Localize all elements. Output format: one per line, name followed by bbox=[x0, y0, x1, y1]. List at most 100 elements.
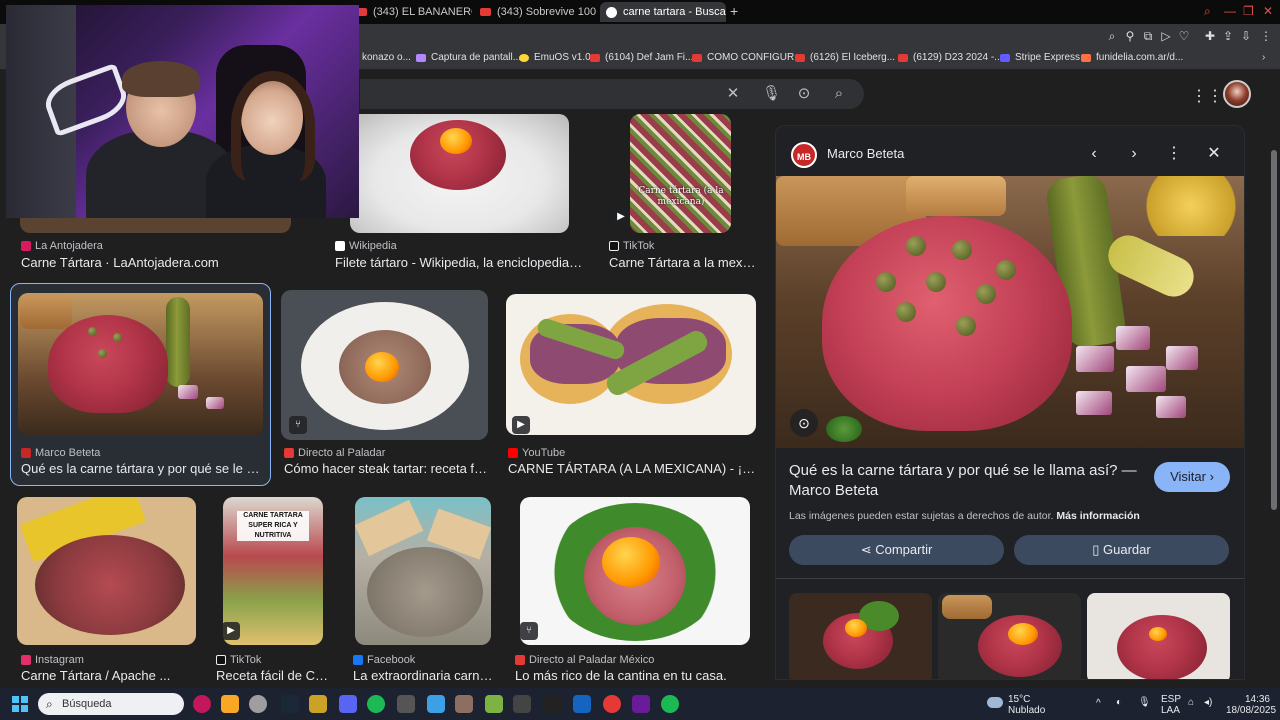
microphone-icon[interactable]: 🎙 bbox=[762, 85, 781, 103]
bookmark-item[interactable]: Captura de pantall... bbox=[416, 52, 521, 63]
app-icon[interactable] bbox=[309, 695, 327, 713]
result-image-9[interactable] bbox=[355, 497, 491, 645]
app-icon[interactable] bbox=[397, 695, 415, 713]
result-image-2[interactable] bbox=[350, 114, 569, 233]
new-tab-button[interactable]: + bbox=[730, 3, 738, 19]
bookmark-item[interactable]: funidelia.com.ar/d... bbox=[1081, 52, 1183, 63]
related-image[interactable] bbox=[789, 593, 932, 679]
app-icon[interactable] bbox=[249, 695, 267, 713]
cast-icon[interactable]: ⧉ bbox=[1140, 28, 1156, 44]
zoom-icon[interactable]: ⌕ bbox=[1104, 28, 1120, 44]
result-image-5[interactable] bbox=[281, 290, 488, 440]
share-icon[interactable]: ⇪ bbox=[1220, 28, 1236, 44]
malwarebytes-icon[interactable] bbox=[573, 695, 591, 713]
spotify-icon[interactable] bbox=[661, 695, 679, 713]
more-info-link[interactable]: Más información bbox=[1056, 510, 1139, 522]
lens-search-icon[interactable]: ⊙ bbox=[790, 409, 818, 437]
app-icon[interactable] bbox=[427, 695, 445, 713]
result-title[interactable]: Cómo hacer steak tartar: receta fác... bbox=[284, 461, 489, 476]
microphone-icon[interactable]: 🎙 bbox=[1138, 697, 1151, 708]
taskbar-search[interactable]: ⌕ Búsqueda bbox=[38, 693, 184, 715]
share-button[interactable]: ⋖ Compartir bbox=[789, 535, 1004, 565]
avatar[interactable] bbox=[1223, 80, 1251, 108]
extensions-icon[interactable]: ✚ bbox=[1202, 28, 1218, 44]
result-title[interactable]: Carne Tártara / Apache ... bbox=[21, 668, 196, 683]
send-icon[interactable]: ▷ bbox=[1158, 28, 1174, 44]
file-explorer-icon[interactable] bbox=[221, 695, 239, 713]
result-title[interactable]: Carne Tártara a la mexic... bbox=[609, 255, 757, 270]
preview-title[interactable]: Qué es la carne tártara y por qué se le … bbox=[789, 461, 1139, 501]
bookmark-item[interactable]: (6126) El Iceberg... bbox=[795, 52, 895, 63]
result-title[interactable]: Receta fácil de Car... bbox=[216, 668, 334, 683]
result-title[interactable]: Filete tártaro - Wikipedia, la enciclope… bbox=[335, 255, 585, 270]
visit-button[interactable]: Visitar › bbox=[1154, 462, 1230, 492]
close-icon[interactable]: ✕ bbox=[1204, 144, 1224, 164]
more-bookmarks-icon[interactable]: › bbox=[1262, 52, 1265, 63]
video-icon: ▶ bbox=[222, 622, 240, 640]
bookmark-item[interactable]: (6104) Def Jam Fi... bbox=[590, 52, 693, 63]
heart-icon[interactable]: ♡ bbox=[1176, 28, 1192, 44]
menu-icon[interactable]: ⋮ bbox=[1258, 28, 1274, 44]
app-icon[interactable] bbox=[513, 695, 531, 713]
spotify-icon[interactable] bbox=[367, 695, 385, 713]
result-image-3[interactable]: Carne tártara (a la mexicana) bbox=[630, 114, 731, 233]
search-input[interactable]: ✕ 🎙 ⊙ ⌕ bbox=[360, 79, 864, 109]
bookmark-item[interactable]: COMO CONFIGUR... bbox=[692, 52, 803, 63]
bookmark-item[interactable]: EmuOS v1.0 bbox=[519, 52, 591, 63]
tab-active[interactable]: carne tartara - Buscar co ✕ bbox=[600, 2, 726, 22]
result-title[interactable]: CARNE TÁRTARA (A LA MEXICANA) - ¡NO... bbox=[508, 461, 758, 476]
bookmark-icon: ▯ bbox=[1092, 542, 1104, 557]
lens-icon[interactable]: ⊙ bbox=[795, 85, 813, 103]
bookmark-item[interactable]: (6129) D23 2024 -... bbox=[898, 52, 1003, 63]
preview-image[interactable] bbox=[776, 176, 1244, 448]
volume-icon[interactable]: ◂) bbox=[1204, 697, 1212, 708]
clock[interactable]: 14:36 18/08/2025 bbox=[1226, 694, 1276, 716]
save-button[interactable]: ▯ Guardar bbox=[1014, 535, 1229, 565]
chevron-up-icon[interactable]: ^ bbox=[1096, 698, 1101, 709]
bookmark-item[interactable]: Stripe Express bbox=[1000, 52, 1080, 63]
steam-icon[interactable] bbox=[281, 695, 299, 713]
bookmark-item[interactable]: konazo o... bbox=[362, 52, 411, 63]
next-icon[interactable]: › bbox=[1124, 144, 1144, 164]
result-image-4[interactable] bbox=[18, 293, 263, 436]
discord-icon[interactable] bbox=[339, 695, 357, 713]
result-image-7[interactable] bbox=[17, 497, 196, 645]
opera-icon[interactable] bbox=[193, 695, 211, 713]
minimize-button[interactable]: — bbox=[1224, 4, 1236, 18]
result-title[interactable]: Qué es la carne tártara y por qué se le … bbox=[21, 461, 261, 476]
weather-widget[interactable]: 15°C Nublado bbox=[1008, 694, 1045, 716]
maximize-button[interactable]: ❐ bbox=[1243, 4, 1254, 18]
scrollbar-thumb[interactable] bbox=[1271, 150, 1277, 510]
result-image-10[interactable] bbox=[520, 497, 750, 645]
download-icon[interactable]: ⇩ bbox=[1238, 28, 1254, 44]
search-tabs-icon[interactable]: ⌕ bbox=[1204, 4, 1211, 19]
app-icon[interactable] bbox=[543, 695, 561, 713]
close-window-button[interactable]: ✕ bbox=[1263, 4, 1273, 18]
app-icon[interactable] bbox=[632, 695, 650, 713]
result-title[interactable]: Carne Tártara · LaAntojadera.com bbox=[21, 255, 291, 270]
tiktok-icon bbox=[609, 241, 619, 251]
clear-icon[interactable]: ✕ bbox=[724, 85, 742, 103]
tab-2[interactable]: (343) Sobrevive 100 Días bbox=[474, 2, 596, 22]
app-icon[interactable] bbox=[455, 695, 473, 713]
result-image-6[interactable] bbox=[506, 294, 756, 435]
related-image[interactable] bbox=[1087, 593, 1230, 679]
app-icon[interactable] bbox=[485, 695, 503, 713]
tab-1[interactable]: (343) EL BANANERO Y LA bbox=[350, 2, 472, 22]
app-tray-icon[interactable]: ◐ bbox=[1116, 697, 1122, 708]
result-title[interactable]: Lo más rico de la cantina en tu casa. bbox=[515, 668, 755, 683]
language-indicator[interactable]: ESP LAA bbox=[1161, 694, 1181, 716]
related-image[interactable] bbox=[938, 593, 1081, 679]
google-icon bbox=[606, 6, 617, 18]
search-icon[interactable]: ⌕ bbox=[830, 85, 848, 103]
site-icon bbox=[515, 655, 525, 665]
panel-site-name[interactable]: Marco Beteta bbox=[827, 146, 904, 161]
network-icon[interactable]: ⌂ bbox=[1188, 697, 1194, 708]
windows-start-icon[interactable] bbox=[12, 696, 28, 712]
image-preview-panel: MB Marco Beteta ‹ › ⋮ ✕ ⊙ Qué es la carn… bbox=[775, 125, 1245, 680]
result-title[interactable]: La extraordinaria carne... bbox=[353, 668, 493, 683]
app-icon[interactable] bbox=[603, 695, 621, 713]
more-options-icon[interactable]: ⋮ bbox=[1164, 144, 1184, 164]
previous-icon[interactable]: ‹ bbox=[1084, 144, 1104, 164]
pin-icon[interactable]: ⚲ bbox=[1122, 28, 1138, 44]
